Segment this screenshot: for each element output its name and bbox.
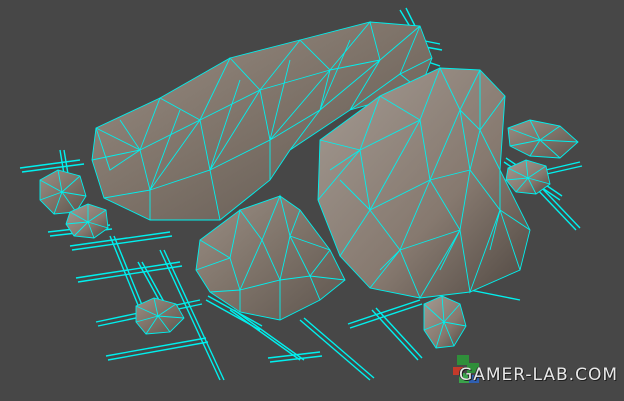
watermark-text: GAMER-LAB.COM	[459, 365, 618, 385]
small-pebbles-right	[505, 119, 579, 195]
watermark: GAMER-LAB.COM	[443, 355, 618, 391]
small-pebble-left	[39, 169, 109, 239]
3d-viewport[interactable]: GAMER-LAB.COM	[0, 0, 624, 401]
rock-wireframe-scene	[19, 7, 583, 381]
